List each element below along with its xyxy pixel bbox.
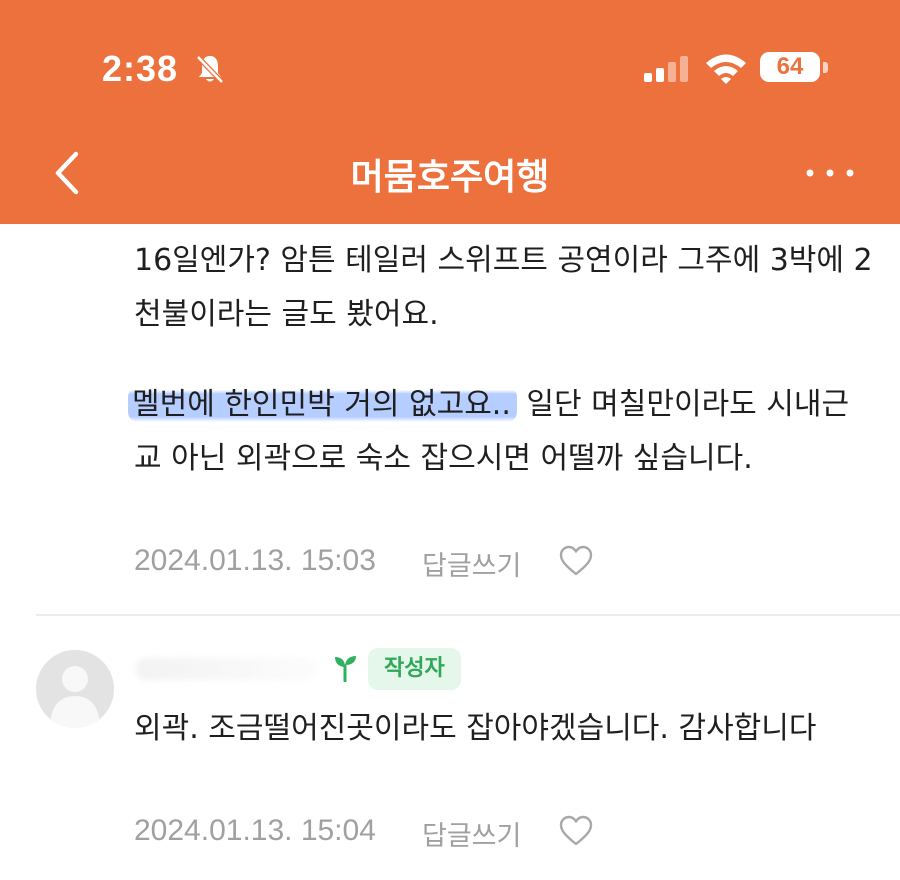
reply-text: 외곽. 조금떨어진곳이라도 잡아야겠습니다. 감사합니다 [134,711,817,746]
comment-text: 16일엔가? 암튼 테일러 스위프트 공연이라 그주에 3박에 2천불이라는 글… [134,243,873,332]
more-horizontal-icon[interactable] [800,158,860,188]
app-header: 2:38 64 머뭄호주여행 [0,0,900,224]
reply-button[interactable]: 답글쓰기 [422,544,521,583]
comment-date: 2024.01.13. 15:03 [134,544,376,577]
comment-list: 16일엔가? 암튼 테일러 스위프트 공연이라 그주에 3박에 2천불이라는 글… [0,224,900,880]
comment-divider [36,614,900,616]
comment-text-continued: 멜번에 한인민박 거의 없고요.. 일단 며칠만이라도 시내근교 아닌 외곽으로… [128,378,874,486]
reply-date: 2024.01.13. 15:04 [134,814,376,847]
battery-level: 64 [760,52,820,82]
reply-button[interactable]: 답글쓰기 [422,814,521,853]
person-icon [50,666,100,728]
sprout-icon [335,656,356,682]
status-bar: 2:38 64 [0,0,900,120]
highlighted-text: 멜번에 한인민박 거의 없고요.. [128,387,517,422]
signal-icon [644,56,688,82]
author-name-blurred [136,658,316,680]
status-time: 2:38 [102,48,179,89]
heart-icon[interactable] [558,814,594,848]
bell-off-icon [196,55,224,84]
battery-tip [823,62,828,73]
avatar[interactable] [36,650,114,728]
page-title: 머뭄호주여행 [350,157,550,198]
wifi-icon [706,54,746,84]
battery-icon: 64 [760,52,830,84]
nav-bar: 머뭄호주여행 [0,124,900,224]
heart-icon[interactable] [558,544,594,578]
author-badge: 작성자 [368,648,461,690]
